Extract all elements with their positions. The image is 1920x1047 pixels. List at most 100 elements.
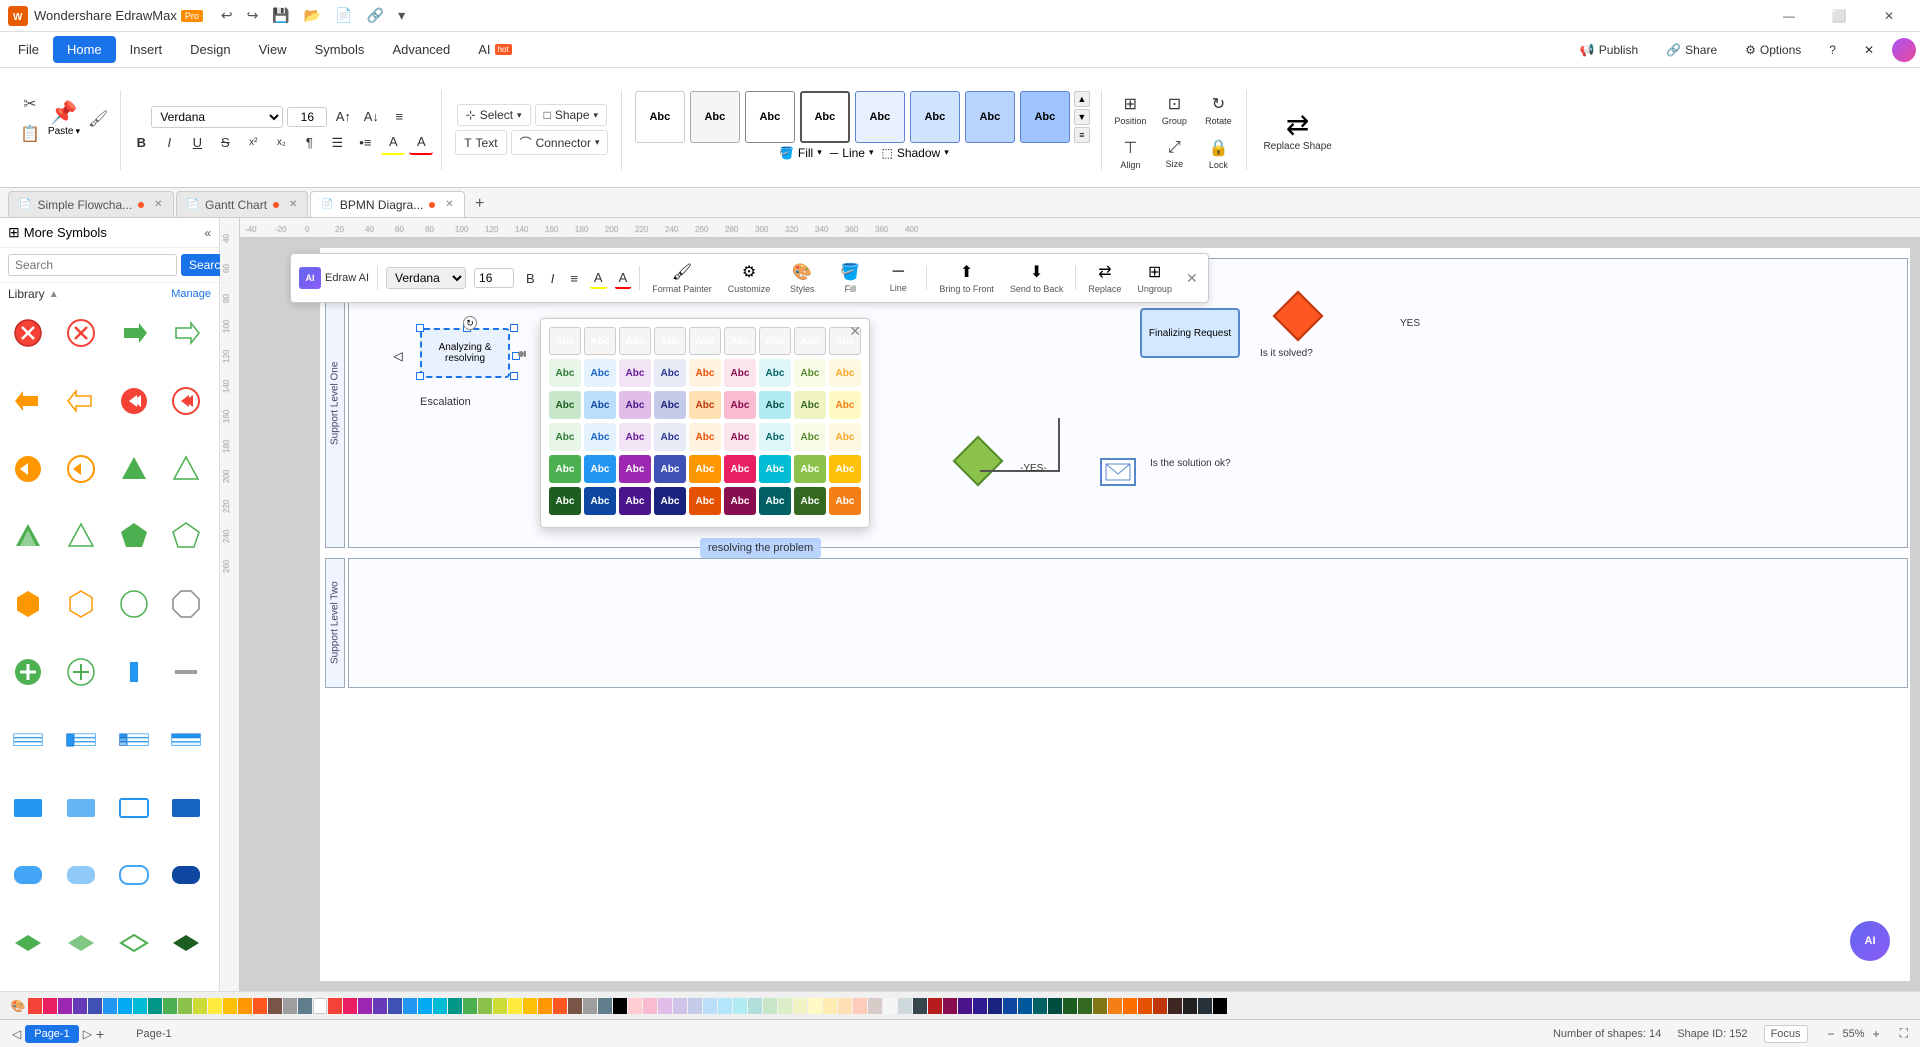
more-button[interactable]: ▾: [392, 5, 411, 26]
symbol-flow-list3[interactable]: [112, 718, 156, 762]
color-swatch[interactable]: [583, 998, 597, 1014]
style-6[interactable]: Abc: [965, 91, 1015, 143]
style-picker-cell-r0-c0[interactable]: Abc: [549, 327, 581, 355]
color-swatch[interactable]: [1093, 998, 1107, 1014]
style-picker-cell-r3-c6[interactable]: Abc: [759, 423, 791, 451]
color-swatch[interactable]: [103, 998, 117, 1014]
color-swatch[interactable]: [988, 998, 1002, 1014]
style-picker-cell-r0-c1[interactable]: Abc: [584, 327, 616, 355]
prev-page-button[interactable]: ◁: [12, 1027, 21, 1041]
color-swatch[interactable]: [628, 998, 642, 1014]
sidebar-collapse-button[interactable]: «: [204, 226, 211, 240]
color-swatch[interactable]: [1213, 998, 1227, 1014]
symbol-plus-outline[interactable]: [59, 650, 103, 694]
style-picker-cell-r2-c6[interactable]: Abc: [759, 391, 791, 419]
symbol-rect-blue[interactable]: [6, 786, 50, 830]
group-button[interactable]: ⊡Group: [1154, 90, 1194, 130]
decrease-font-button[interactable]: A↓: [359, 105, 383, 129]
strikethrough-button[interactable]: S: [213, 131, 237, 155]
menu-ai[interactable]: AI hot: [464, 36, 525, 63]
color-picker-icon[interactable]: 🎨: [8, 996, 28, 1016]
ctx-font-size-input[interactable]: [474, 268, 514, 288]
color-swatch[interactable]: [358, 998, 372, 1014]
symbol-arrow-left-outline[interactable]: [59, 379, 103, 423]
color-swatch[interactable]: [793, 998, 807, 1014]
page-tab-1[interactable]: Page-1: [25, 1025, 78, 1043]
style-picker-cell-r5-c6[interactable]: Abc: [759, 487, 791, 515]
color-swatch[interactable]: [493, 998, 507, 1014]
finalizing-shape[interactable]: Finalizing Request: [1140, 308, 1240, 358]
ctx-styles-button[interactable]: 🎨 Styles: [782, 258, 822, 298]
color-swatch[interactable]: [778, 998, 792, 1014]
color-swatch[interactable]: [763, 998, 777, 1014]
symbol-pentagon-outline[interactable]: [164, 514, 208, 558]
color-swatch[interactable]: [1198, 998, 1212, 1014]
symbol-up-green2[interactable]: [6, 514, 50, 558]
symbol-circle-outline-green[interactable]: [112, 582, 156, 626]
style-picker-cell-r1-c5[interactable]: Abc: [724, 359, 756, 387]
shape-tool-button[interactable]: □Shape▾: [535, 104, 607, 126]
italic-button[interactable]: I: [157, 131, 181, 155]
color-swatch[interactable]: [193, 998, 207, 1014]
bold-button[interactable]: B: [129, 131, 153, 155]
style-picker-cell-r3-c3[interactable]: Abc: [654, 423, 686, 451]
style-picker-cell-r3-c5[interactable]: Abc: [724, 423, 756, 451]
help-button[interactable]: ?: [1819, 39, 1846, 61]
color-swatch[interactable]: [448, 998, 462, 1014]
style-picker-cell-r3-c8[interactable]: Abc: [829, 423, 861, 451]
align-button2[interactable]: ⊤Align: [1110, 134, 1150, 174]
tab-bpmn-diagram[interactable]: 📄 BPMN Diagra... ✕: [310, 191, 464, 217]
color-swatch[interactable]: [553, 998, 567, 1014]
ctx-replace-button[interactable]: ⇄ Replace: [1084, 258, 1125, 298]
ctx-edraw-ai[interactable]: AI Edraw AI: [299, 267, 369, 289]
color-swatch[interactable]: [463, 998, 477, 1014]
handle-br[interactable]: [510, 372, 518, 380]
style-2[interactable]: Abc: [745, 91, 795, 143]
style-picker-cell-r3-c7[interactable]: Abc: [794, 423, 826, 451]
symbol-diamond-dark[interactable]: [164, 921, 208, 965]
symbol-flow-list1[interactable]: [6, 718, 50, 762]
style-4[interactable]: Abc: [855, 91, 905, 143]
font-size-input[interactable]: [287, 107, 327, 127]
style-picker-cell-r2-c3[interactable]: Abc: [654, 391, 686, 419]
color-swatch[interactable]: [1033, 998, 1047, 1014]
ctx-underline-color-button[interactable]: A: [590, 268, 607, 289]
color-swatch[interactable]: [1063, 998, 1077, 1014]
color-swatch[interactable]: [1168, 998, 1182, 1014]
color-swatch[interactable]: [733, 998, 747, 1014]
style-picker-cell-r1-c0[interactable]: Abc: [549, 359, 581, 387]
fill-button[interactable]: 🪣Fill▾: [779, 146, 822, 160]
save-button[interactable]: 💾: [266, 5, 295, 26]
style-picker-cell-r3-c4[interactable]: Abc: [689, 423, 721, 451]
style-picker-cell-r3-c1[interactable]: Abc: [584, 423, 616, 451]
color-swatch[interactable]: [28, 998, 42, 1014]
color-swatch[interactable]: [133, 998, 147, 1014]
text-highlight-button[interactable]: A: [381, 131, 405, 155]
zoom-in-button[interactable]: +: [1869, 1026, 1884, 1042]
style-picker-cell-r1-c2[interactable]: Abc: [619, 359, 651, 387]
color-swatch[interactable]: [43, 998, 57, 1014]
para-button[interactable]: ¶: [297, 131, 321, 155]
search-input[interactable]: [8, 254, 177, 276]
color-swatch[interactable]: [868, 998, 882, 1014]
tab-gantt-chart[interactable]: 📄 Gantt Chart ✕: [176, 191, 309, 217]
style-picker-cell-r5-c3[interactable]: Abc: [654, 487, 686, 515]
ctx-customize-button[interactable]: ⚙ Customize: [724, 258, 775, 298]
color-swatch[interactable]: [913, 998, 927, 1014]
style-picker-cell-r1-c3[interactable]: Abc: [654, 359, 686, 387]
style-3[interactable]: Abc: [800, 91, 850, 143]
underline-button[interactable]: U: [185, 131, 209, 155]
color-swatch[interactable]: [208, 998, 222, 1014]
symbol-diamond-outline[interactable]: [112, 921, 156, 965]
symbol-rect-dark[interactable]: [164, 786, 208, 830]
color-swatch[interactable]: [283, 998, 297, 1014]
symbol-flow-list4[interactable]: [164, 718, 208, 762]
ctx-send-back-button[interactable]: ⬇ Send to Back: [1006, 258, 1068, 298]
canvas[interactable]: Support Level One Support Level Two Anal…: [240, 238, 1920, 991]
tab-close-0[interactable]: ✕: [154, 199, 162, 210]
ctx-bring-front-button[interactable]: ⬆ Bring to Front: [935, 258, 998, 298]
menu-view[interactable]: View: [245, 36, 301, 63]
symbol-octagon-outline[interactable]: [164, 582, 208, 626]
color-swatch[interactable]: [658, 998, 672, 1014]
style-picker-cell-r5-c2[interactable]: Abc: [619, 487, 651, 515]
